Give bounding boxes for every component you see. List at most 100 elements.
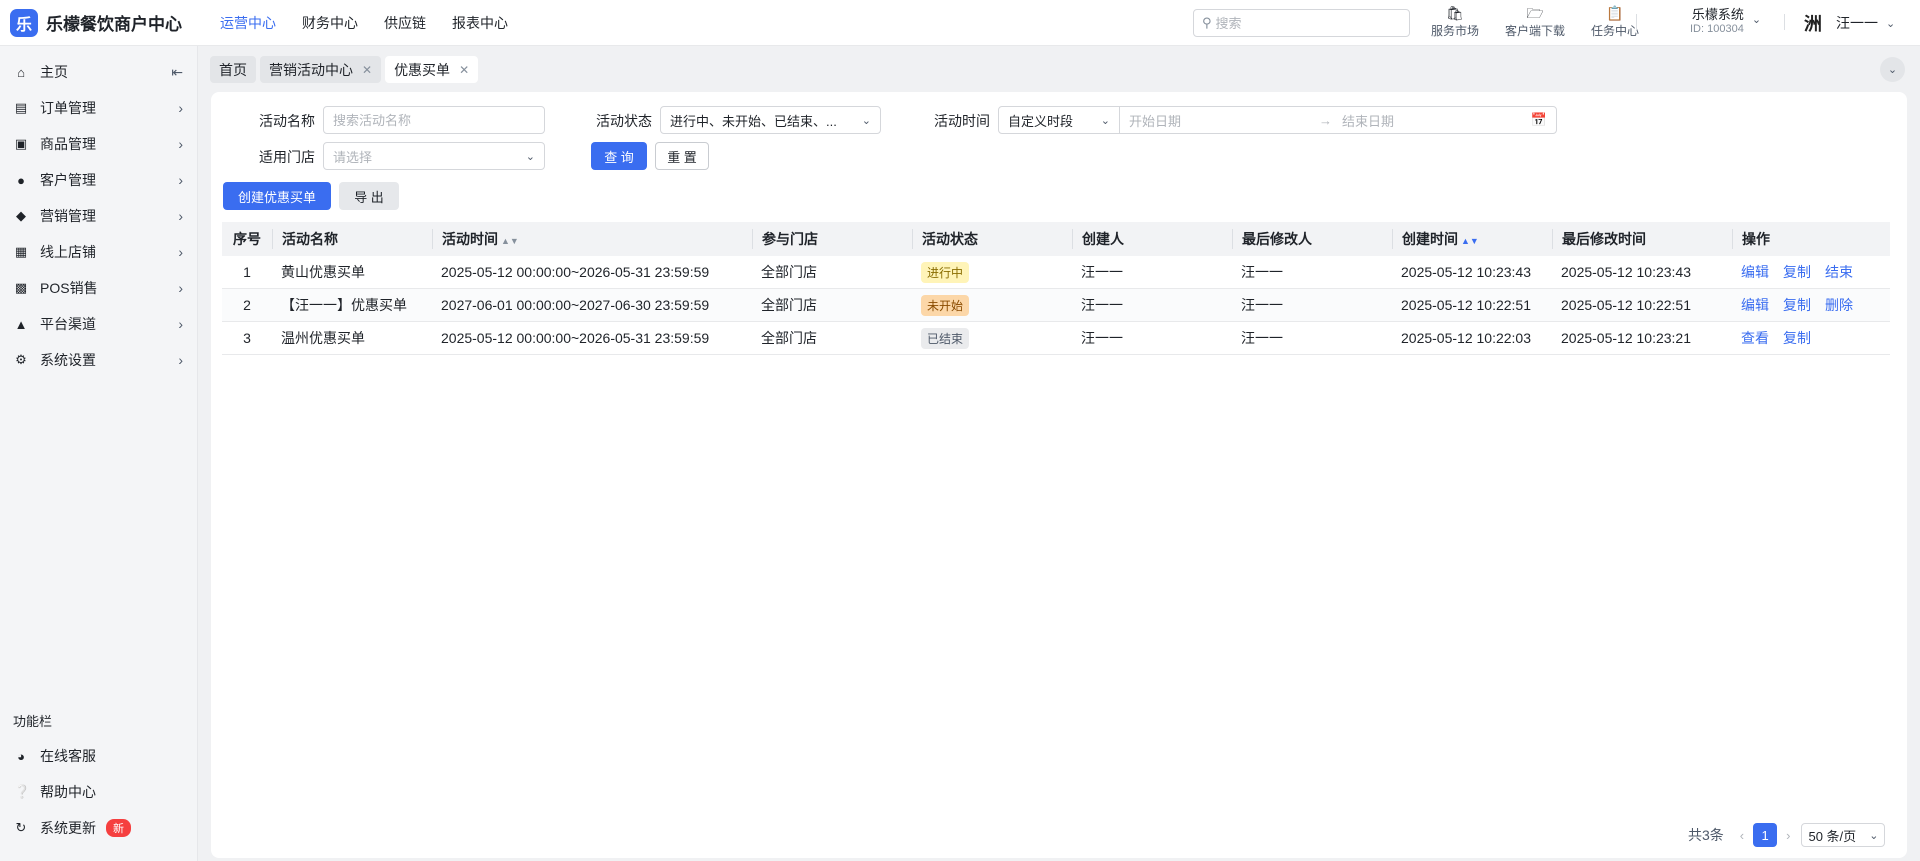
activity-name-field[interactable] <box>323 106 545 134</box>
sidebar: ⌂ 主页 ⇤ ▤ 订单管理 › ▣ 商品管理 › ● 客户管理 › ◆ 营销管理… <box>0 46 198 861</box>
sidebar-item-home[interactable]: ⌂ 主页 ⇤ <box>0 54 197 90</box>
top-nav-reports[interactable]: 报表中心 <box>452 13 508 33</box>
sidebar-item-pos[interactable]: ▩ POS销售 › <box>0 270 197 306</box>
brand-name: 乐檬餐饮商户中心 <box>46 15 182 34</box>
activity-name-input[interactable] <box>333 112 535 128</box>
row-status: 已结束 <box>912 327 1072 349</box>
user-menu[interactable]: 洲 汪一一 ⌄ <box>1800 10 1895 36</box>
store-label: 适用门店 <box>259 149 315 165</box>
row-creator: 汪一一 <box>1081 297 1123 313</box>
top-nav-supply-chain[interactable]: 供应链 <box>384 13 426 33</box>
row-created: 2025-05-12 10:23:43 <box>1401 264 1531 280</box>
table-header: 序号 活动名称 活动时间 ▲▼ 参与门店 活动状态 创建人 最后修改人 创建时间 ▲… <box>222 222 1890 256</box>
tab-marketing-center[interactable]: 营销活动中心 ✕ <box>260 56 382 83</box>
top-nav-operations[interactable]: 运营中心 <box>220 13 276 33</box>
sort-icon[interactable]: ▲▼ <box>501 236 519 246</box>
global-search[interactable]: ⚲ <box>1193 9 1410 37</box>
sidebar-item-online-store[interactable]: ▦ 线上店铺 › <box>0 234 197 270</box>
query-button[interactable]: 查 询 <box>591 142 647 170</box>
create-discount-button[interactable]: 创建优惠买单 <box>223 182 331 210</box>
copy-link[interactable]: 复制 <box>1783 330 1811 346</box>
view-link[interactable]: 查看 <box>1741 330 1769 346</box>
chevron-right-icon: › <box>178 316 183 332</box>
tabs-more-button[interactable]: ⌄ <box>1880 57 1905 82</box>
edit-link[interactable]: 编辑 <box>1741 297 1769 313</box>
page-size-select[interactable]: 50 条/页 ⌄ <box>1801 823 1886 847</box>
system-name: 乐檬系统 <box>1691 7 1744 22</box>
page-tabs: 首页 营销活动中心 ✕ 优惠买单 ✕ <box>210 56 482 83</box>
chevron-down-icon: ⌄ <box>1887 64 1898 76</box>
sidebar-item-settings[interactable]: ⚙ 系统设置 › <box>0 342 197 378</box>
activity-status-label: 活动状态 <box>596 113 652 129</box>
row-status: 未开始 <box>912 294 1072 316</box>
service-market-button[interactable]: 🛍 服务市场 <box>1415 4 1495 39</box>
export-button[interactable]: 导 出 <box>339 182 399 210</box>
goods-icon: ▣ <box>14 136 28 151</box>
start-date-input[interactable]: 开始日期 <box>1129 111 1319 130</box>
next-page-icon[interactable]: › <box>1786 828 1790 843</box>
pos-icon: ▩ <box>14 280 28 295</box>
col-time[interactable]: 活动时间 ▲▼ <box>432 229 752 249</box>
sidebar-item-update[interactable]: ↻ 系统更新 新 <box>0 810 198 846</box>
tab-home[interactable]: 首页 <box>210 56 256 83</box>
status-badge: 已结束 <box>921 327 970 349</box>
time-mode-select[interactable]: 自定义时段 ⌄ <box>999 107 1120 133</box>
pagination-total: 共3条 <box>1688 827 1724 843</box>
pagination: 共3条 ‹ 1 › 50 条/页 ⌄ <box>1688 823 1886 847</box>
page-number[interactable]: 1 <box>1753 823 1778 847</box>
activity-time-label: 活动时间 <box>934 113 990 129</box>
chevron-right-icon: › <box>178 244 183 260</box>
brand[interactable]: 乐 乐檬餐饮商户中心 <box>0 8 200 37</box>
top-nav-finance[interactable]: 财务中心 <box>302 13 358 33</box>
reset-button[interactable]: 重 置 <box>655 142 709 170</box>
end-link[interactable]: 结束 <box>1825 264 1853 280</box>
col-created[interactable]: 创建时间 ▲▼ <box>1392 229 1552 249</box>
sidebar-item-help[interactable]: ❔ 帮助中心 <box>0 774 198 810</box>
sidebar-item-online-service[interactable]: ◕ 在线客服 <box>0 738 198 774</box>
sidebar-item-goods[interactable]: ▣ 商品管理 › <box>0 126 197 162</box>
row-modified: 2025-05-12 10:22:51 <box>1561 297 1691 313</box>
copy-link[interactable]: 复制 <box>1783 297 1811 313</box>
row-ops: 查看 复制 <box>1732 328 1890 348</box>
sidebar-item-label: 客户管理 <box>40 172 96 188</box>
delete-link[interactable]: 删除 <box>1825 297 1853 313</box>
sidebar-item-customers[interactable]: ● 客户管理 › <box>0 162 197 198</box>
sidebar-item-orders[interactable]: ▤ 订单管理 › <box>0 90 197 126</box>
chevron-right-icon: › <box>178 100 183 116</box>
client-download-button[interactable]: 🗁 客户端下载 <box>1495 4 1575 39</box>
sidebar-item-label: 订单管理 <box>40 100 96 116</box>
service-market-label: 服务市场 <box>1430 24 1479 38</box>
sidebar-item-marketing[interactable]: ◆ 营销管理 › <box>0 198 197 234</box>
end-date-input[interactable]: 结束日期 <box>1342 111 1531 130</box>
global-search-input[interactable] <box>1215 15 1396 31</box>
new-badge: 新 <box>106 819 131 837</box>
col-ops: 操作 <box>1732 229 1890 249</box>
tab-discount-checkout[interactable]: 优惠买单 ✕ <box>385 56 479 83</box>
sort-icon[interactable]: ▲▼ <box>1461 236 1479 246</box>
activity-time-range[interactable]: 自定义时段 ⌄ 开始日期 → 结束日期 📅 <box>998 106 1557 134</box>
copy-link[interactable]: 复制 <box>1783 264 1811 280</box>
row-modifier: 汪一一 <box>1241 297 1283 313</box>
sidebar-item-channels[interactable]: ▲ 平台渠道 › <box>0 306 197 342</box>
prev-page-icon[interactable]: ‹ <box>1740 828 1744 843</box>
task-center-button[interactable]: 📋 任务中心 <box>1575 4 1655 39</box>
system-switcher[interactable]: 乐檬系统 ID: 100304 ⌄ <box>1690 4 1761 35</box>
sidebar-item-label: 主页 <box>40 64 68 80</box>
sidebar-item-label: 帮助中心 <box>40 784 96 800</box>
row-store: 全部门店 <box>761 264 817 280</box>
close-icon[interactable]: ✕ <box>362 63 372 77</box>
edit-link[interactable]: 编辑 <box>1741 264 1769 280</box>
collapse-sidebar-icon[interactable]: ⇤ <box>171 64 183 81</box>
col-created-label: 创建时间 <box>1402 231 1458 247</box>
store-select[interactable]: 请选择 ⌄ <box>323 142 545 170</box>
chevron-down-icon: ⌄ <box>1100 114 1110 127</box>
chevron-right-icon: › <box>178 208 183 224</box>
sidebar-item-label: 营销管理 <box>40 208 96 224</box>
col-modifier: 最后修改人 <box>1232 229 1392 249</box>
function-bar: 功能栏 ◕ 在线客服 ❔ 帮助中心 ↻ 系统更新 新 <box>0 706 198 846</box>
date-range-picker[interactable]: 开始日期 → 结束日期 📅 <box>1120 111 1556 130</box>
close-icon[interactable]: ✕ <box>459 63 469 77</box>
table-row: 2 【汪一一】优惠买单 2027-06-01 00:00:00~2027-06-… <box>222 289 1890 322</box>
activity-status-select[interactable]: 进行中、未开始、已结束、... ⌄ <box>660 106 881 134</box>
client-download-label: 客户端下载 <box>1504 24 1565 38</box>
